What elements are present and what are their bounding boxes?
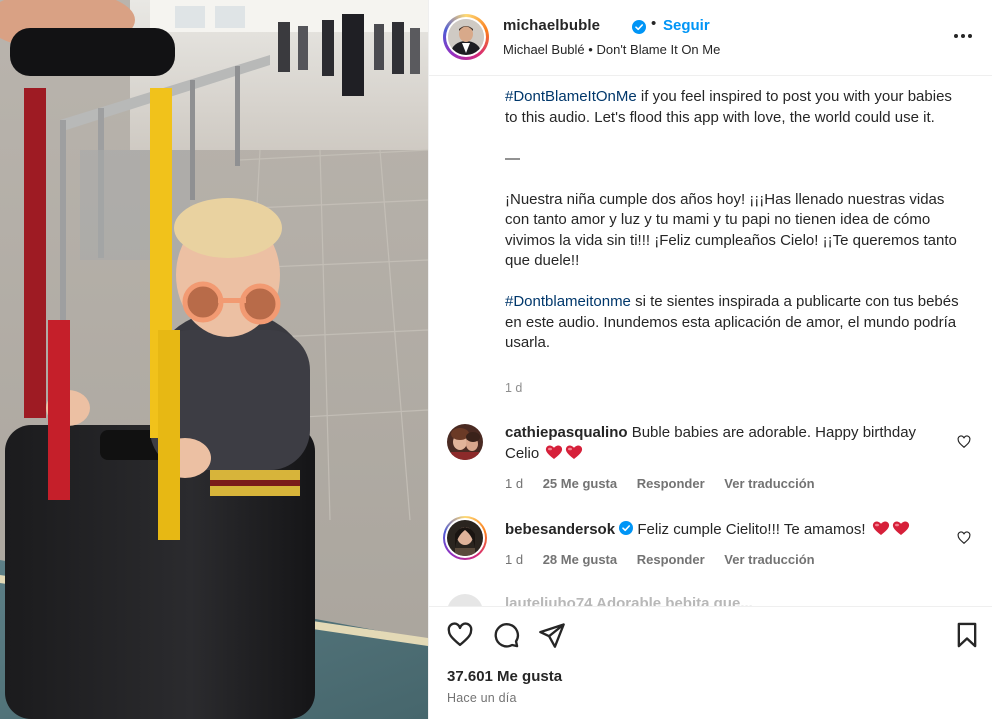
comment-icon[interactable]	[492, 621, 520, 649]
post-panel: michaelbuble • Seguir Michael Bublé • Do…	[428, 0, 992, 719]
audio-info[interactable]: Michael Bublé • Don't Blame It On Me	[503, 42, 720, 57]
post-time: Hace un día	[447, 691, 517, 705]
hashtag-link[interactable]: #Dontblameitonme	[505, 293, 631, 310]
more-horizontal-icon[interactable]	[951, 24, 975, 48]
commenter-avatar[interactable]	[447, 594, 483, 606]
author-username[interactable]: michaelbuble	[503, 17, 600, 34]
like-comment-icon[interactable]	[957, 435, 971, 449]
comment-username[interactable]: cathiepasqualino	[505, 424, 628, 441]
post-photo[interactable]	[0, 0, 428, 719]
comment-meta: 1 d 28 Me gusta Responder Ver traducción	[505, 552, 831, 567]
caption-timestamp[interactable]: 1 d	[505, 381, 522, 395]
caption-paragraph-es: ¡Nuestra niña cumple dos años hoy! ¡¡¡Ha…	[505, 190, 957, 270]
follow-button[interactable]: Seguir	[663, 17, 710, 34]
comment-item-partial: lauteliuho74 Adorable bebita que...	[443, 592, 983, 606]
header-separator: •	[651, 15, 657, 32]
commenter-avatar[interactable]	[447, 424, 483, 460]
like-heart-icon[interactable]	[446, 621, 474, 649]
comment-partial-text: lauteliuho74 Adorable bebita que...	[505, 595, 753, 606]
commenter-avatar[interactable]	[443, 516, 487, 560]
post-caption: #DontBlameItOnMe if you feel inspired to…	[505, 87, 965, 374]
reply-button[interactable]: Responder	[637, 552, 705, 567]
audio-artist[interactable]: Michael Bublé	[503, 42, 585, 57]
heart-icon	[892, 520, 910, 536]
comment-time[interactable]: 1 d	[505, 552, 523, 567]
post-header: michaelbuble • Seguir Michael Bublé • Do…	[429, 0, 992, 76]
post-actions: 37.601 Me gusta Hace un día	[429, 606, 992, 719]
commenter-avatar-image	[447, 424, 483, 460]
post-image	[0, 0, 428, 719]
reply-button[interactable]: Responder	[637, 476, 705, 491]
bookmark-icon[interactable]	[953, 621, 981, 649]
author-avatar[interactable]	[443, 14, 489, 60]
comment-meta: 1 d 25 Me gusta Responder Ver traducción	[505, 476, 831, 491]
comment-body: bebesandersok Feliz cumple Cielito!!! Te…	[505, 520, 945, 541]
heart-icon	[872, 520, 890, 536]
author-avatar-image	[448, 19, 484, 55]
audio-separator: •	[588, 42, 593, 57]
verified-badge-icon	[619, 521, 634, 535]
heart-icon	[565, 444, 583, 460]
comment-likes[interactable]: 25 Me gusta	[543, 476, 617, 491]
like-comment-icon[interactable]	[957, 531, 971, 545]
comment-time[interactable]: 1 d	[505, 476, 523, 491]
commenter-avatar-image	[447, 520, 483, 556]
comment-body: cathiepasqualino Buble babies are adorab…	[505, 423, 945, 464]
audio-title[interactable]: Don't Blame It On Me	[596, 42, 720, 57]
comment-likes[interactable]: 28 Me gusta	[543, 552, 617, 567]
hashtag-link[interactable]: #DontBlameItOnMe	[505, 88, 637, 105]
translate-button[interactable]: Ver traducción	[724, 476, 814, 491]
verified-badge-icon	[632, 20, 646, 34]
heart-icon	[545, 444, 563, 460]
caption-divider: —	[505, 149, 520, 167]
caption-paragraph-en: #DontBlameItOnMe if you feel inspired to…	[505, 87, 965, 128]
caption-paragraph-es-hashtag: #Dontblameitonme si te sientes inspirada…	[505, 292, 965, 354]
comment-text: Feliz cumple Cielito!!! Te amamos!	[633, 521, 870, 538]
comment-username[interactable]: bebesandersok	[505, 521, 615, 538]
translate-button[interactable]: Ver traducción	[724, 552, 814, 567]
likes-count[interactable]: 37.601 Me gusta	[447, 668, 562, 685]
share-icon[interactable]	[538, 621, 566, 649]
